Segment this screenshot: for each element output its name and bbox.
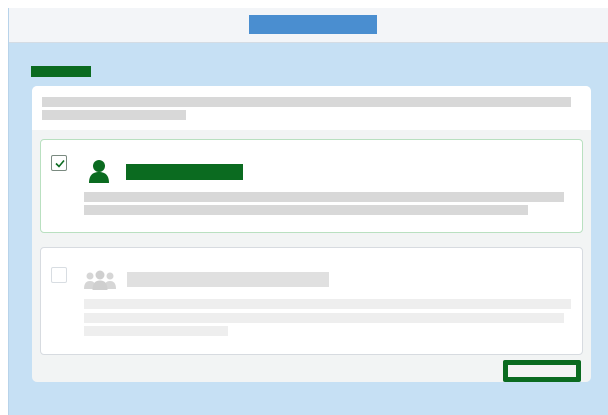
continue-button[interactable] — [503, 360, 581, 382]
options-panel — [32, 86, 591, 382]
option-card-individual[interactable] — [40, 139, 583, 233]
top-bar — [9, 8, 608, 43]
single-user-icon — [88, 158, 110, 184]
intro-text-line — [42, 110, 186, 120]
option-description-line — [84, 313, 564, 323]
section-heading — [31, 66, 91, 77]
option-card-group[interactable] — [40, 247, 583, 355]
option-description-line — [84, 192, 564, 202]
option-description-line — [84, 326, 228, 336]
option-title — [126, 164, 243, 180]
top-bar-title — [249, 15, 377, 34]
option-checkbox[interactable] — [51, 155, 67, 171]
intro-text-block — [32, 86, 591, 130]
page-background — [8, 8, 608, 415]
option-description-line — [84, 299, 571, 309]
checkmark-icon — [55, 159, 65, 168]
intro-text-line — [42, 97, 571, 107]
option-checkbox[interactable] — [51, 267, 67, 283]
option-title — [127, 272, 329, 287]
group-users-icon — [84, 270, 116, 290]
option-description-line — [84, 205, 528, 215]
